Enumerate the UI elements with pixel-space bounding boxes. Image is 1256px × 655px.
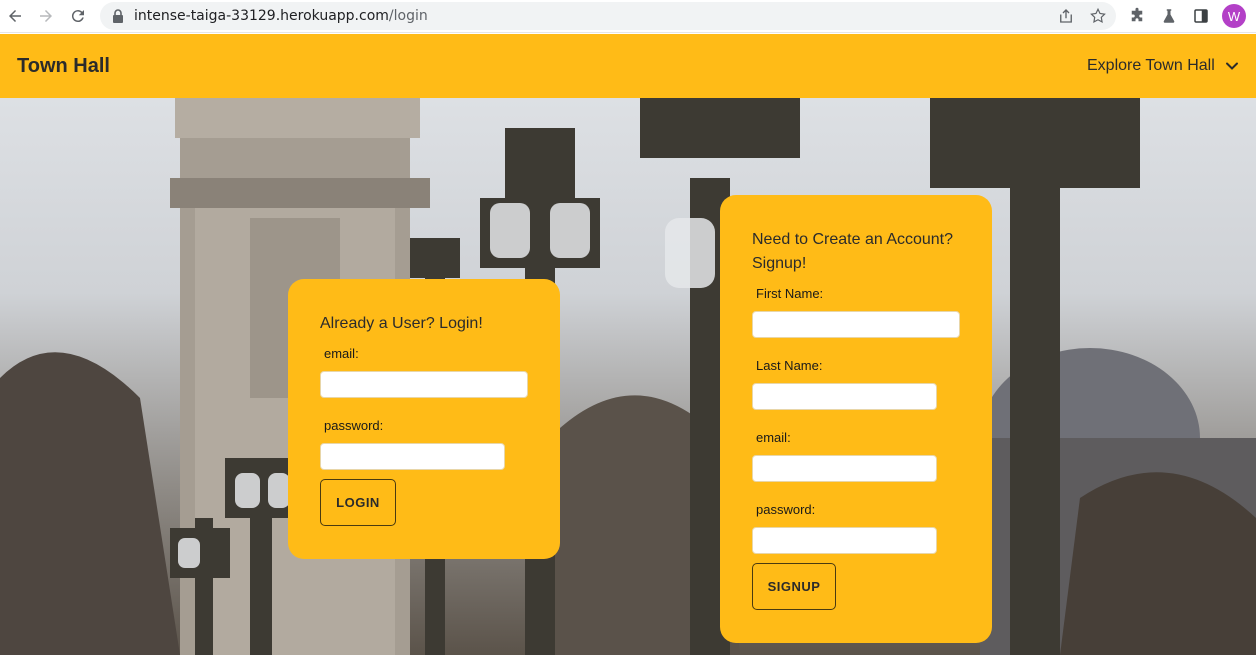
share-icon[interactable] xyxy=(1057,7,1075,25)
chevron-down-icon[interactable] xyxy=(1224,58,1240,74)
reload-icon[interactable] xyxy=(66,4,90,28)
signup-card-title: Need to Create an Account? Signup! xyxy=(752,228,953,276)
url-path: /login xyxy=(388,8,428,24)
login-password-input[interactable] xyxy=(320,443,505,470)
extensions-icon[interactable] xyxy=(1127,6,1147,26)
explore-dropdown[interactable]: Explore Town Hall xyxy=(1087,57,1215,75)
login-card: Already a User? Login! email: password: … xyxy=(288,279,560,559)
labs-flask-icon[interactable] xyxy=(1159,6,1179,26)
background-photo xyxy=(0,98,1256,655)
profile-avatar[interactable]: W xyxy=(1222,4,1246,28)
login-button[interactable]: LOGIN xyxy=(320,479,396,526)
first-name-input[interactable] xyxy=(752,311,960,338)
browser-toolbar: intense-taiga-33129.herokuapp.com/login … xyxy=(0,0,1256,33)
last-name-label: Last Name: xyxy=(756,358,823,373)
login-password-label: password: xyxy=(324,418,384,433)
bookmark-star-icon[interactable] xyxy=(1089,7,1107,25)
signup-email-label: email: xyxy=(756,430,791,445)
back-icon[interactable] xyxy=(3,4,27,28)
signup-email-input[interactable] xyxy=(752,455,937,482)
login-email-input[interactable] xyxy=(320,371,528,398)
address-bar[interactable]: intense-taiga-33129.herokuapp.com/login xyxy=(100,2,1116,30)
signup-button[interactable]: SIGNUP xyxy=(752,563,836,610)
signup-card: Need to Create an Account? Signup! First… xyxy=(720,195,992,643)
side-panel-icon[interactable] xyxy=(1191,6,1211,26)
lock-icon xyxy=(113,9,123,23)
url-host: intense-taiga-33129.herokuapp.com xyxy=(134,8,389,24)
login-email-label: email: xyxy=(324,346,359,361)
signup-password-input[interactable] xyxy=(752,527,937,554)
signup-title-line1: Need to Create an Account? xyxy=(752,231,954,248)
signup-password-label: password: xyxy=(756,502,816,517)
first-name-label: First Name: xyxy=(756,286,824,301)
signup-title-line2: Signup! xyxy=(752,255,807,272)
login-card-title: Already a User? Login! xyxy=(320,315,483,332)
last-name-input[interactable] xyxy=(752,383,937,410)
hero-background-image xyxy=(0,98,1256,655)
site-navbar: Town Hall Explore Town Hall xyxy=(0,34,1256,98)
brand-logo-text[interactable]: Town Hall xyxy=(17,55,110,78)
url-text: intense-taiga-33129.herokuapp.com/login xyxy=(134,8,428,24)
forward-icon[interactable] xyxy=(34,4,58,28)
